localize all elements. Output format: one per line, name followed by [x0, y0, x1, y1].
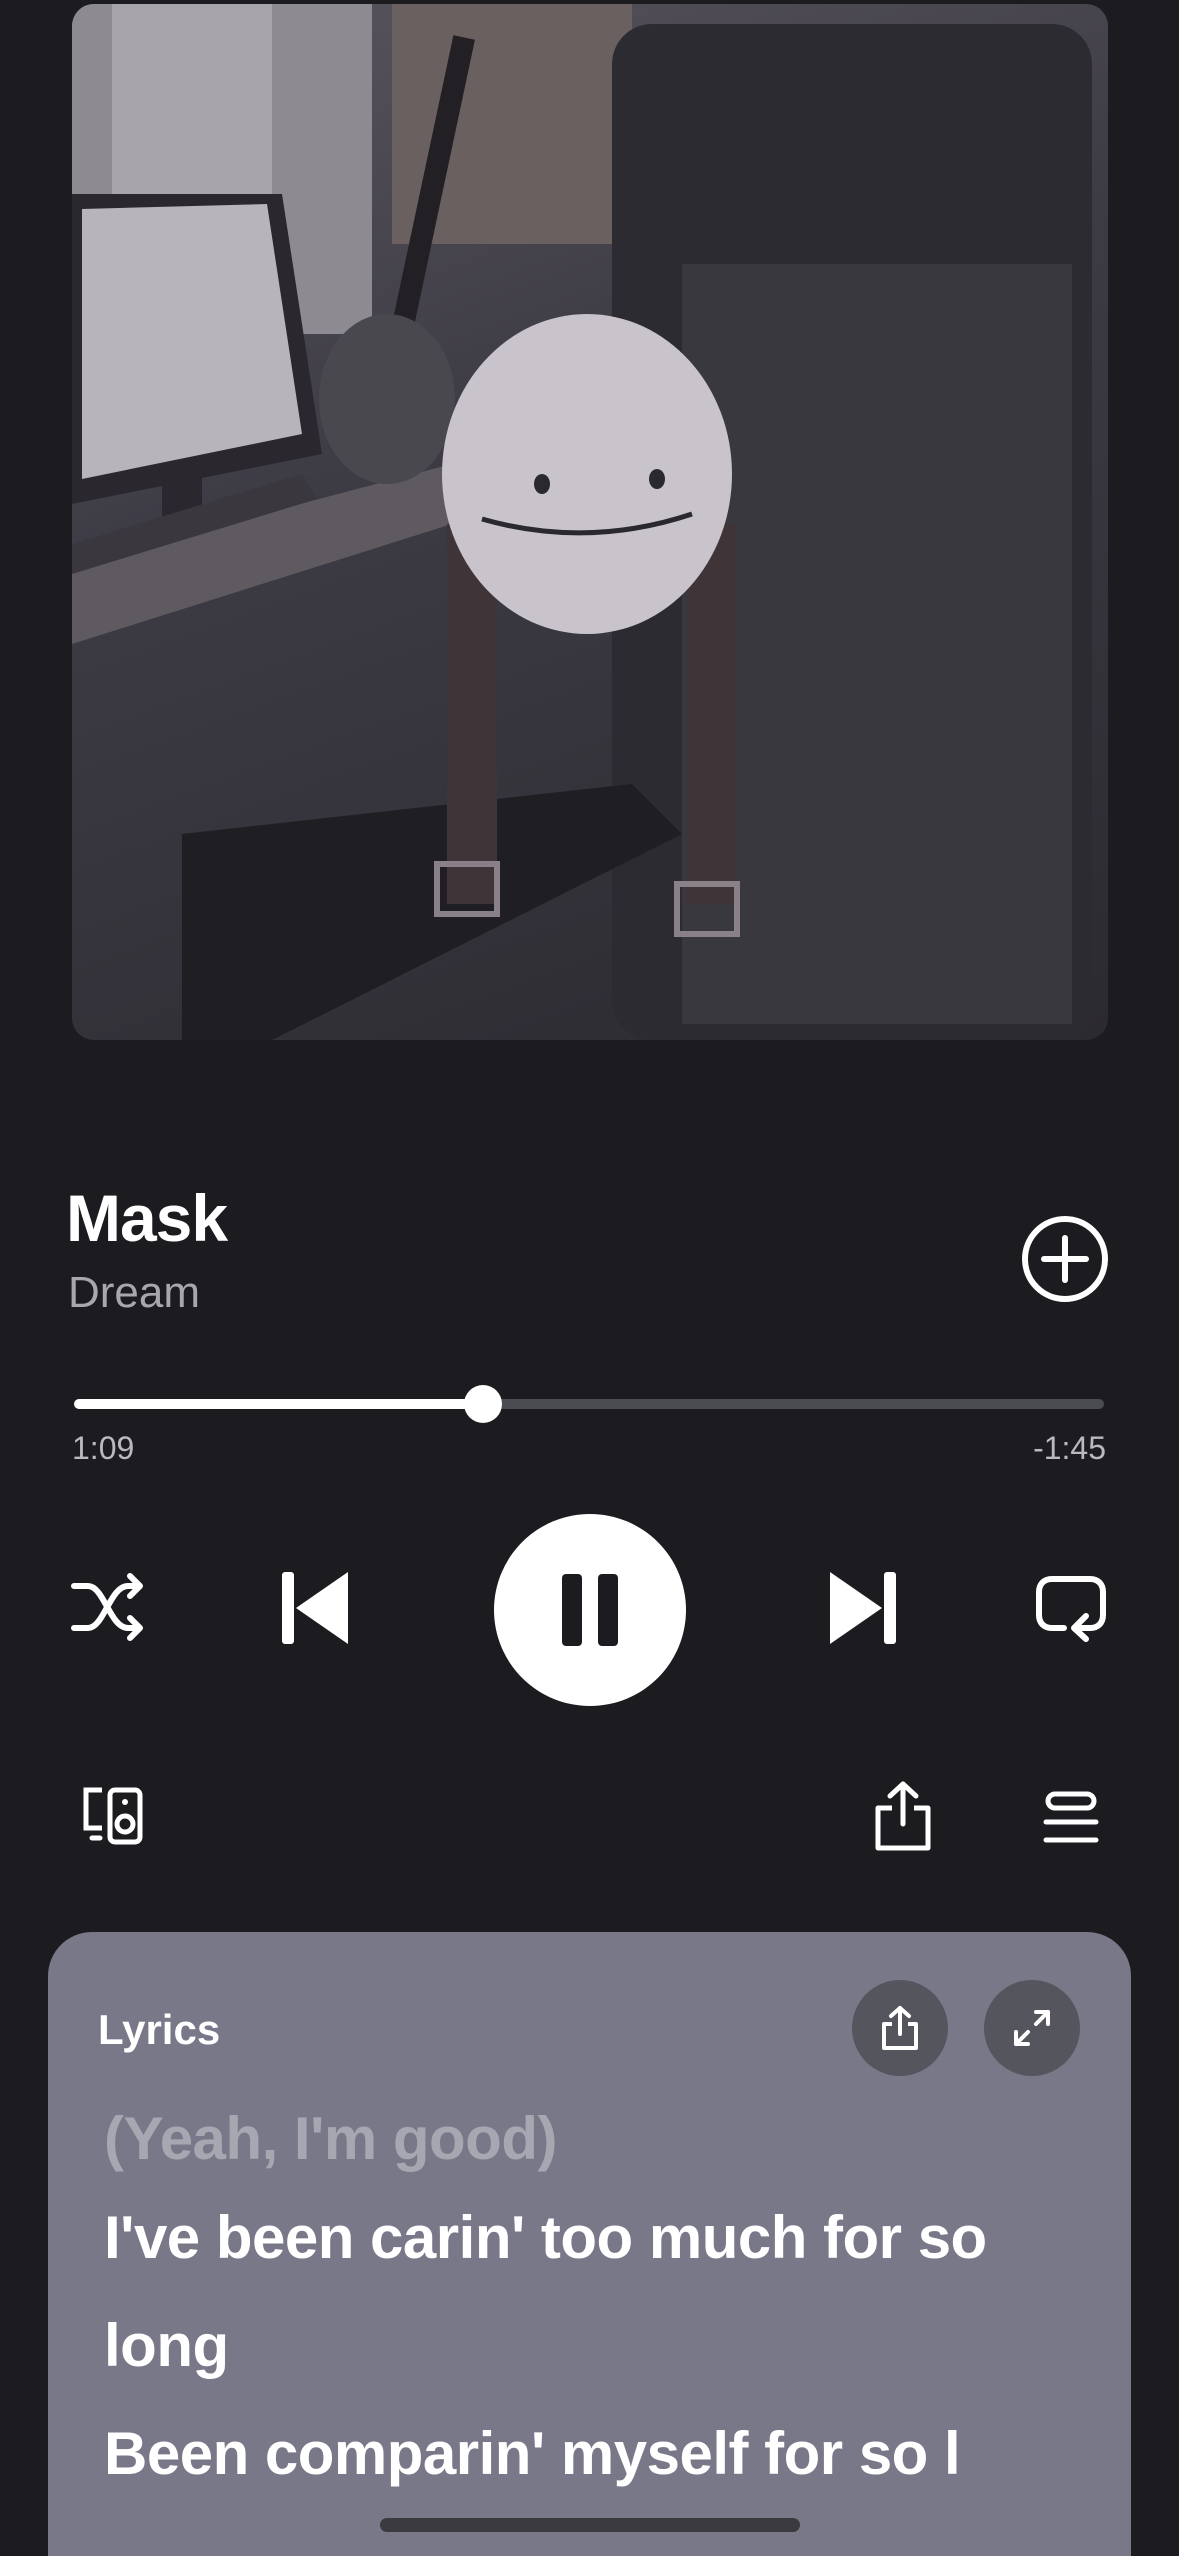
queue-icon: [1043, 1791, 1099, 1843]
pause-button[interactable]: [494, 1514, 686, 1706]
lyrics-expand-button[interactable]: [984, 1980, 1080, 2076]
home-indicator[interactable]: [380, 2518, 800, 2532]
progress-thumb[interactable]: [463, 1385, 502, 1423]
previous-track-button[interactable]: [278, 1568, 354, 1648]
lyrics-card[interactable]: Lyrics (Yeah, I'm good) I've been carin'…: [48, 1932, 1131, 2556]
skip-previous-icon: [282, 1572, 348, 1644]
skip-next-icon: [830, 1572, 896, 1644]
add-to-library-button[interactable]: [1020, 1214, 1110, 1304]
now-playing-screen: Mask Dream 1:09 -1:45 Lyrics (Yeah, I'm …: [0, 0, 1179, 2556]
lyric-line: (Yeah, I'm good): [104, 2105, 557, 2172]
lyrics-lines: (Yeah, I'm good) I've been carin' too mu…: [104, 2104, 1094, 2508]
share-button[interactable]: [872, 1780, 934, 1852]
connect-device-button[interactable]: [80, 1786, 144, 1846]
share-icon: [882, 2006, 918, 2050]
shuffle-button[interactable]: [70, 1572, 146, 1642]
album-art-illustration: [72, 4, 1092, 1040]
track-artist[interactable]: Dream: [68, 1268, 200, 1318]
shuffle-icon: [71, 1573, 143, 1641]
time-remaining: -1:45: [1033, 1430, 1106, 1466]
share-icon: [875, 1781, 931, 1851]
queue-button[interactable]: [1042, 1790, 1100, 1846]
lyric-line: I've been carin' too much for so long: [104, 2204, 987, 2379]
lyrics-share-button[interactable]: [852, 1980, 948, 2076]
track-title[interactable]: Mask: [66, 1180, 228, 1256]
repeat-icon: [1036, 1576, 1106, 1642]
pause-icon: [562, 1574, 618, 1646]
connect-device-icon: [83, 1787, 143, 1845]
progress-bar[interactable]: [74, 1385, 1104, 1423]
repeat-button[interactable]: [1034, 1572, 1108, 1642]
expand-icon: [1014, 2010, 1050, 2046]
next-track-button[interactable]: [824, 1568, 900, 1648]
time-elapsed: 1:09: [72, 1430, 135, 1466]
progress-fill: [74, 1399, 483, 1409]
add-circle-icon: [1022, 1216, 1108, 1302]
lyrics-heading: Lyrics: [98, 2006, 221, 2053]
album-art: [72, 4, 1108, 1040]
lyric-line: Been comparin' myself for so l: [104, 2420, 961, 2487]
